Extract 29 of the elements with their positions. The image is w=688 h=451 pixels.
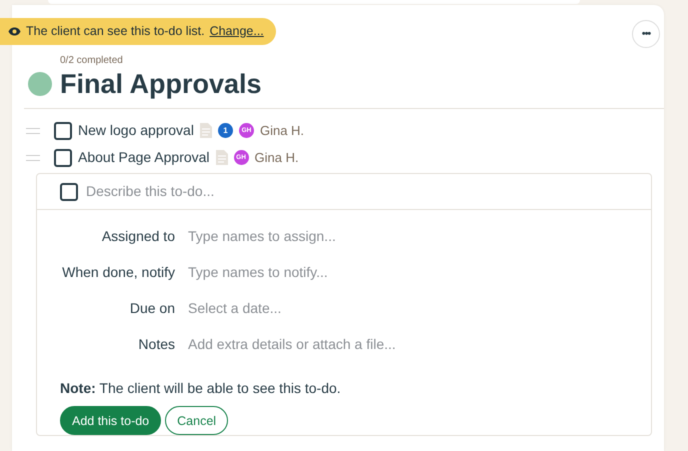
banner-text: The client can see this to-do list.	[26, 23, 205, 40]
input-field[interactable]: Select a date...	[188, 298, 568, 319]
drag-handle-icon[interactable]	[26, 128, 40, 134]
field-label: When done, notify	[61, 262, 176, 282]
add-button[interactable]: Add this to-do	[60, 406, 162, 436]
input-field[interactable]: Type names to assign...	[188, 226, 568, 247]
checkbox[interactable]	[54, 148, 72, 167]
comment-count: 1	[218, 123, 233, 138]
field-label: Due on	[128, 298, 176, 318]
list-color-icon	[28, 72, 52, 96]
assignee-name: Gina H.	[260, 122, 304, 140]
input-field[interactable]: Type names to notify...	[188, 262, 568, 283]
note-text: Note: The client will be able to see this to-do.	[60, 379, 342, 398]
cancel-button[interactable]: Cancel	[165, 406, 228, 436]
change-link[interactable]: Change...	[210, 22, 264, 41]
todo-text[interactable]: New logo approval	[78, 120, 194, 142]
todo-text[interactable]: About Page Approval	[78, 147, 210, 168]
assignee-name: Gina H.	[254, 149, 299, 168]
checkbox[interactable]	[54, 122, 72, 140]
input-field[interactable]: Add extra details or attach a file...	[188, 334, 568, 355]
checkbox[interactable]	[60, 182, 78, 201]
field-label: Notes	[137, 334, 176, 354]
progress-text: 0/2 completed	[60, 54, 124, 68]
eye-icon	[8, 27, 21, 36]
more-button[interactable]: •••	[632, 20, 660, 48]
list-title: Final Approvals	[60, 68, 262, 100]
todo-input[interactable]: Describe this to-do...	[86, 181, 486, 202]
drag-handle-icon[interactable]	[26, 154, 40, 161]
field-label: Assigned to	[100, 226, 176, 246]
